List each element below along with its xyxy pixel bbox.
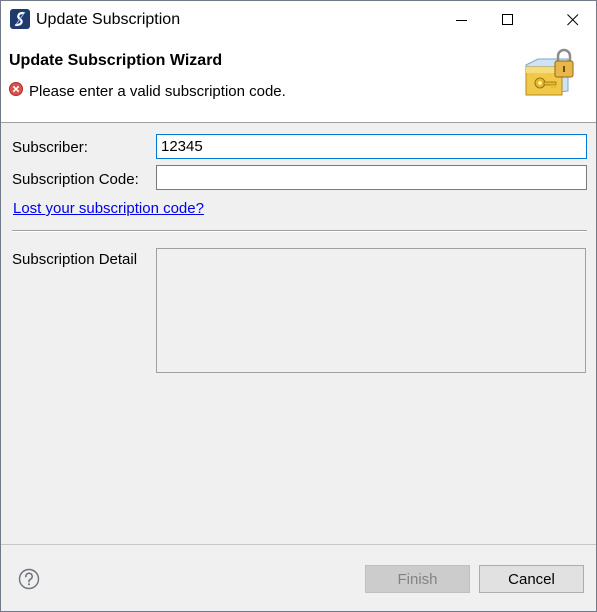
error-icon — [9, 82, 23, 96]
subscription-code-label: Subscription Code: — [12, 171, 139, 188]
window-title: Update Subscription — [36, 11, 181, 28]
close-icon — [567, 14, 579, 26]
minimize-button[interactable] — [439, 1, 485, 39]
help-icon — [18, 568, 40, 590]
maximize-button[interactable] — [485, 1, 531, 39]
maximize-icon — [502, 14, 513, 25]
form-separator — [12, 230, 587, 232]
help-button[interactable] — [18, 568, 40, 590]
subscriber-input[interactable] — [156, 134, 587, 159]
lost-subscription-code-link[interactable]: Lost your subscription code? — [13, 200, 204, 217]
lock-and-key-icon — [520, 45, 576, 101]
subscription-detail-label: Subscription Detail — [12, 251, 138, 268]
wizard-header: Update Subscription Wizard Please enter … — [1, 39, 596, 123]
finish-button[interactable]: Finish — [365, 565, 470, 593]
button-bar-separator — [1, 544, 596, 545]
subscriber-label: Subscriber: — [12, 139, 88, 156]
close-button[interactable] — [550, 1, 596, 39]
title-bar[interactable]: Update Subscription — [1, 1, 596, 39]
subscription-detail-box[interactable] — [156, 248, 586, 373]
error-message: Please enter a valid subscription code. — [29, 83, 286, 100]
minimize-icon — [456, 20, 467, 21]
wizard-title: Update Subscription Wizard — [9, 52, 223, 69]
update-subscription-dialog: Update Subscription Update Subscription … — [0, 0, 597, 612]
app-logo-icon — [10, 9, 30, 29]
cancel-button[interactable]: Cancel — [479, 565, 584, 593]
subscription-code-input[interactable] — [156, 165, 587, 190]
